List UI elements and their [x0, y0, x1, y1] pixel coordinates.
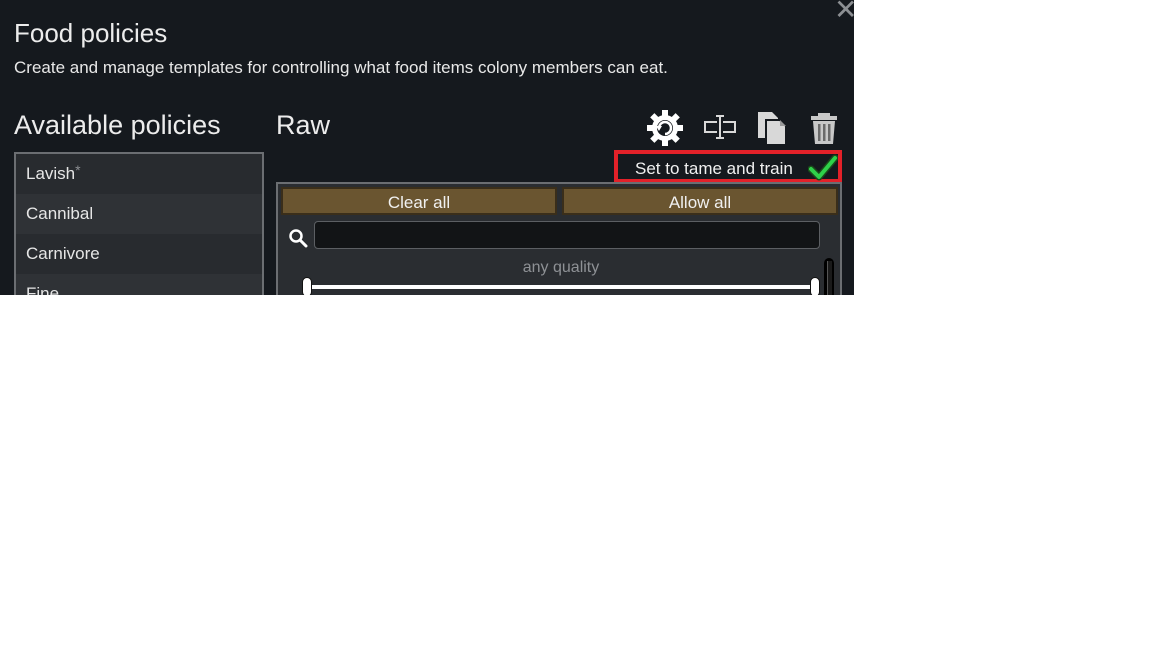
search-icon	[289, 229, 308, 248]
close-button[interactable]: ✕	[834, 0, 854, 25]
policy-item-label: Carnivore	[26, 244, 100, 263]
modified-mark: *	[75, 162, 81, 178]
food-filter-panel: Clear all Allow all any quality	[276, 182, 842, 295]
policy-item-lavish[interactable]: Lavish*	[16, 154, 262, 194]
policy-list: Lavish* Cannibal Carnivore Fine	[14, 152, 264, 295]
policy-item-label: Fine	[26, 284, 60, 295]
dialog-subtitle: Create and manage templates for controll…	[14, 58, 668, 77]
allow-all-button[interactable]: Allow all	[562, 187, 838, 215]
gear-refresh-icon	[647, 110, 683, 146]
quality-min-handle[interactable]	[302, 277, 312, 295]
quality-range-slider[interactable]	[310, 285, 815, 289]
clear-all-button[interactable]: Clear all	[281, 187, 557, 215]
filter-scrollbar[interactable]	[822, 256, 836, 295]
dialog-title: Food policies	[14, 18, 168, 48]
settings-button[interactable]	[645, 108, 685, 148]
policy-item-carnivore[interactable]: Carnivore	[16, 234, 262, 274]
checkmark-icon	[808, 154, 838, 181]
delete-button[interactable]	[804, 108, 844, 148]
set-to-tame-and-train-toggle[interactable]: Set to tame and train	[614, 150, 842, 183]
quality-max-handle[interactable]	[810, 277, 820, 295]
rename-button[interactable]	[700, 108, 740, 148]
copy-button[interactable]	[752, 108, 792, 148]
policy-item-fine[interactable]: Fine	[16, 274, 262, 295]
filter-search-input[interactable]	[314, 221, 820, 249]
tame-toggle-label: Set to tame and train	[635, 159, 793, 178]
policy-item-label: Lavish	[26, 164, 76, 183]
policy-item-label: Cannibal	[26, 204, 94, 223]
scrollbar-thumb[interactable]	[827, 261, 832, 295]
policy-item-cannibal[interactable]: Cannibal	[16, 194, 262, 234]
copy-icon	[758, 112, 787, 146]
rename-icon	[704, 115, 736, 139]
food-policies-dialog: ✕ Food policies Create and manage templa…	[0, 0, 854, 295]
close-icon: ✕	[834, 0, 854, 25]
policy-name-heading: Raw	[276, 110, 331, 140]
quality-range-label: any quality	[522, 259, 600, 276]
trash-icon	[811, 113, 837, 144]
available-policies-heading: Available policies	[14, 110, 221, 140]
